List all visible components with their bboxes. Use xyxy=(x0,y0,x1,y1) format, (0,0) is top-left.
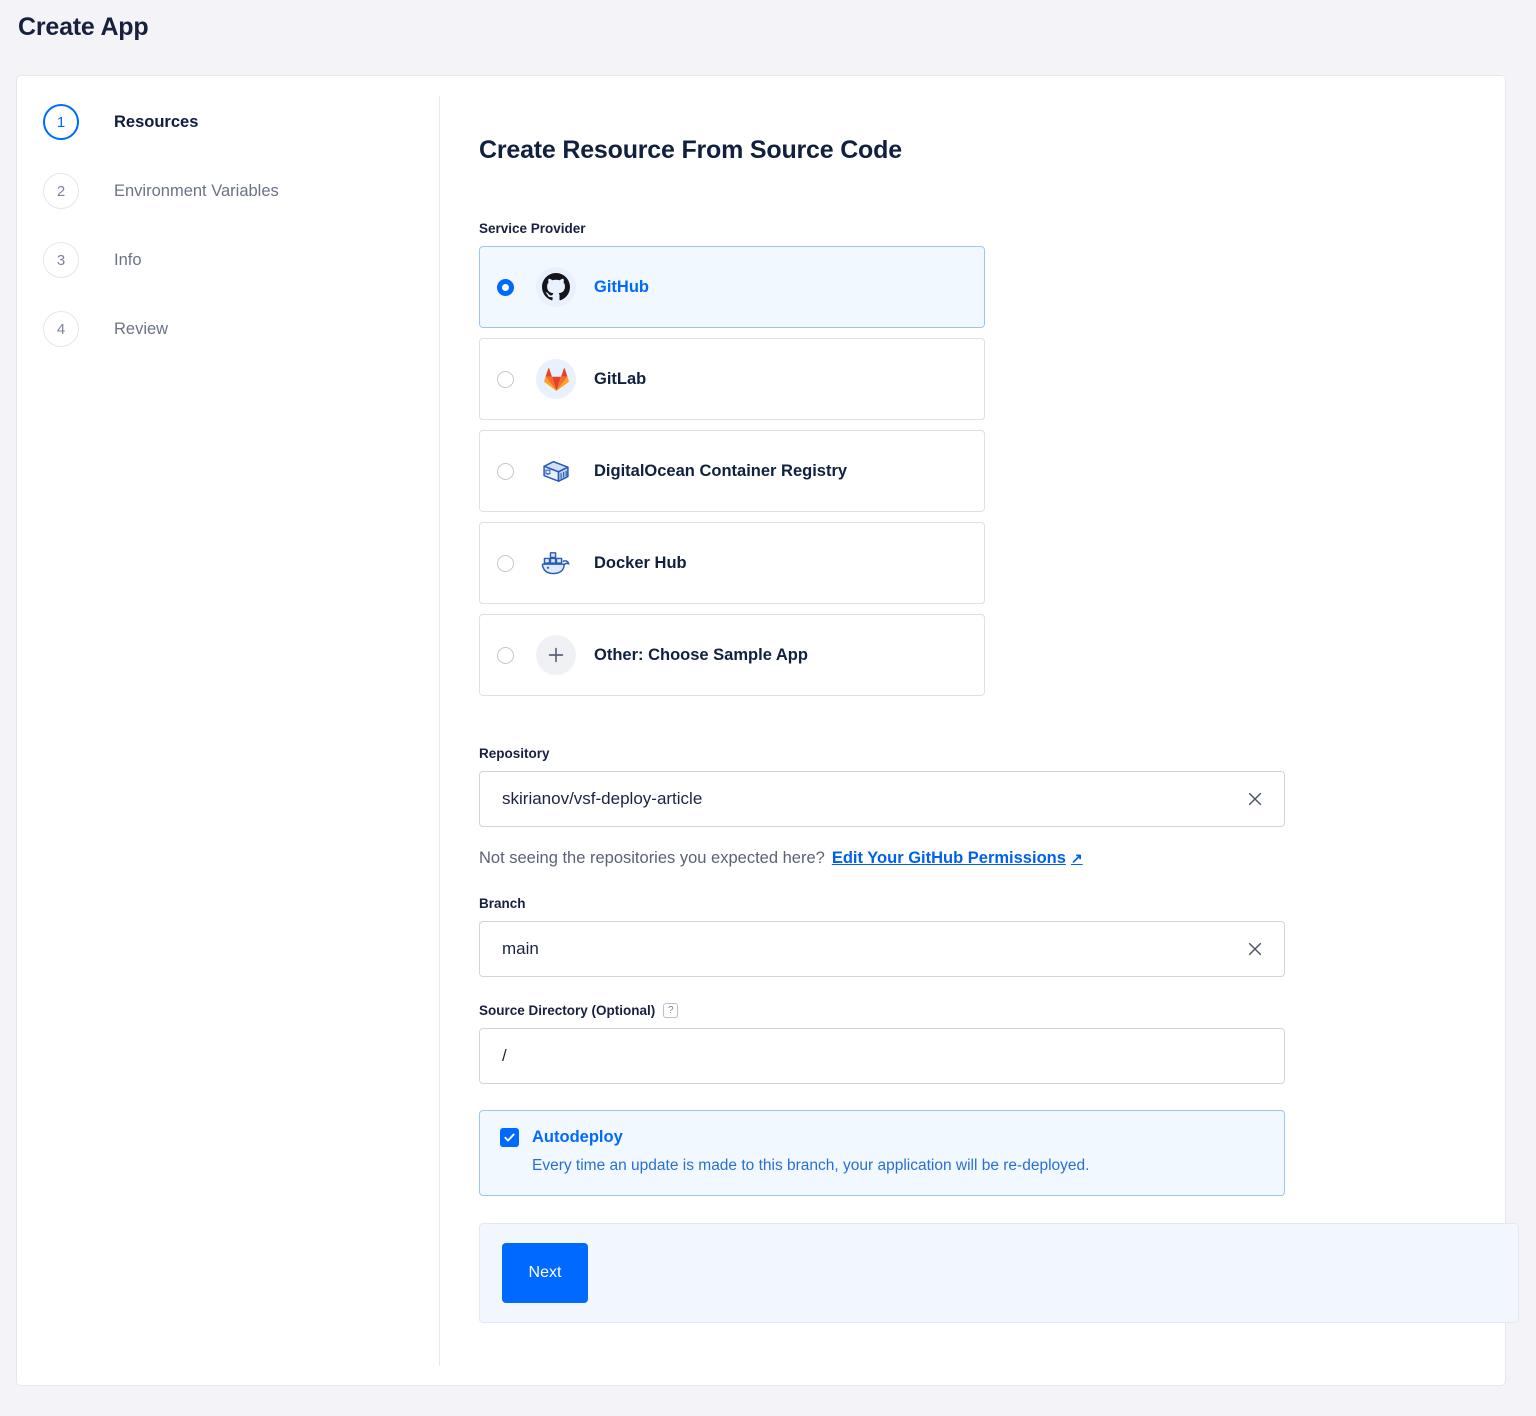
edit-github-permissions-link[interactable]: Edit Your GitHub Permissions ↗ xyxy=(832,849,1083,868)
repository-field[interactable] xyxy=(479,771,1285,827)
radio-github[interactable] xyxy=(497,279,514,296)
page-title: Create App xyxy=(18,13,148,42)
step-number-badge: 2 xyxy=(43,173,79,209)
gitlab-icon xyxy=(536,359,576,399)
sidebar-step-label: Environment Variables xyxy=(114,182,279,201)
sidebar-step-label: Info xyxy=(114,251,142,270)
service-provider-options: GitHub xyxy=(479,246,985,696)
branch-field[interactable] xyxy=(479,921,1285,977)
docker-icon xyxy=(536,543,576,583)
wizard-card: 1 Resources 2 Environment Variables 3 In… xyxy=(16,75,1506,1386)
external-link-icon: ↗ xyxy=(1071,850,1083,867)
branch-input[interactable] xyxy=(480,939,1284,959)
repository-hint: Not seeing the repositories you expected… xyxy=(479,849,1503,868)
provider-option-other-sample-app[interactable]: Other: Choose Sample App xyxy=(479,614,985,696)
section-title: Create Resource From Source Code xyxy=(479,136,1503,165)
provider-label: Other: Choose Sample App xyxy=(594,646,808,665)
provider-option-docker-hub[interactable]: Docker Hub xyxy=(479,522,985,604)
step-number-badge: 3 xyxy=(43,242,79,278)
service-provider-label: Service Provider xyxy=(479,221,1503,236)
sidebar-step-info[interactable]: 3 Info xyxy=(17,237,439,283)
repository-label: Repository xyxy=(479,746,1503,761)
provider-label: GitHub xyxy=(594,278,649,297)
provider-option-github[interactable]: GitHub xyxy=(479,246,985,328)
wizard-footer: Next xyxy=(479,1223,1519,1323)
radio-docker-hub[interactable] xyxy=(497,555,514,572)
create-app-page: Create App 1 Resources 2 Environment Var… xyxy=(0,0,1536,1416)
sidebar-step-label: Resources xyxy=(114,113,198,132)
branch-label-text: Branch xyxy=(479,896,526,911)
next-button[interactable]: Next xyxy=(502,1243,588,1303)
provider-label: DigitalOcean Container Registry xyxy=(594,462,847,481)
step-number-badge: 4 xyxy=(43,311,79,347)
sidebar-step-review[interactable]: 4 Review xyxy=(17,306,439,352)
autodeploy-description: Every time an update is made to this bra… xyxy=(532,1157,1264,1175)
sidebar-step-environment-variables[interactable]: 2 Environment Variables xyxy=(17,168,439,214)
sidebar-divider xyxy=(439,96,440,1366)
help-icon[interactable]: ? xyxy=(663,1003,678,1018)
edit-github-permissions-label: Edit Your GitHub Permissions xyxy=(832,849,1066,868)
provider-label: GitLab xyxy=(594,370,646,389)
container-registry-icon xyxy=(536,451,576,491)
provider-option-gitlab[interactable]: GitLab xyxy=(479,338,985,420)
step-number-badge: 1 xyxy=(43,104,79,140)
wizard-steps-sidebar: 1 Resources 2 Environment Variables 3 In… xyxy=(17,76,439,375)
repository-hint-text: Not seeing the repositories you expected… xyxy=(479,849,825,868)
provider-label: Docker Hub xyxy=(594,554,687,573)
source-directory-label-text: Source Directory (Optional) xyxy=(479,1003,655,1018)
branch-label: Branch xyxy=(479,896,1503,911)
github-icon xyxy=(536,267,576,307)
provider-option-container-registry[interactable]: DigitalOcean Container Registry xyxy=(479,430,985,512)
autodeploy-checkbox[interactable] xyxy=(500,1128,519,1147)
autodeploy-title: Autodeploy xyxy=(532,1128,623,1147)
main-panel: Create Resource From Source Code Service… xyxy=(463,76,1503,1323)
radio-gitlab[interactable] xyxy=(497,371,514,388)
source-directory-input[interactable] xyxy=(480,1046,1284,1066)
autodeploy-panel[interactable]: Autodeploy Every time an update is made … xyxy=(479,1110,1285,1196)
repository-label-text: Repository xyxy=(479,746,550,761)
repository-input[interactable] xyxy=(480,789,1284,809)
autodeploy-header: Autodeploy xyxy=(500,1128,1264,1147)
service-provider-label-text: Service Provider xyxy=(479,221,586,236)
repository-clear-icon[interactable] xyxy=(1244,788,1266,810)
source-directory-label: Source Directory (Optional) ? xyxy=(479,1003,1503,1018)
branch-clear-icon[interactable] xyxy=(1244,938,1266,960)
sidebar-step-label: Review xyxy=(114,320,168,339)
radio-other-sample-app[interactable] xyxy=(497,647,514,664)
sidebar-step-resources[interactable]: 1 Resources xyxy=(17,99,439,145)
plus-icon xyxy=(536,635,576,675)
radio-container-registry[interactable] xyxy=(497,463,514,480)
source-directory-field[interactable] xyxy=(479,1028,1285,1084)
